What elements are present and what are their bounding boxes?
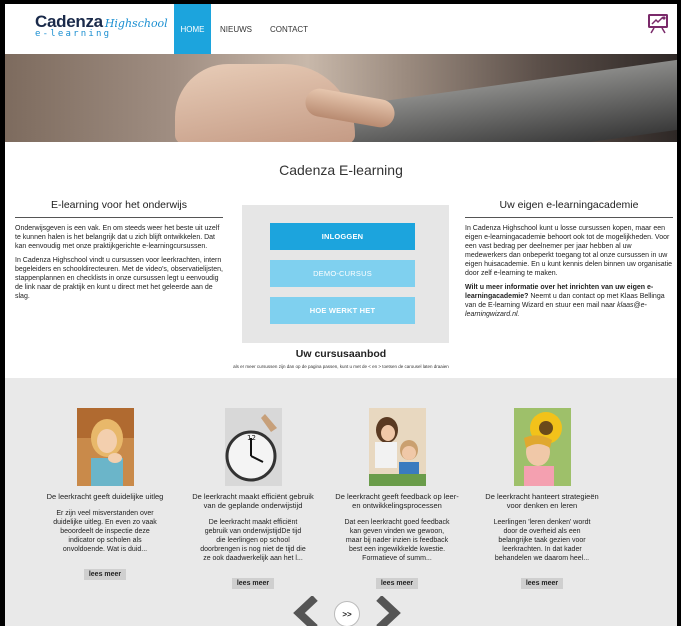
read-more-button[interactable]: lees meer bbox=[375, 578, 419, 589]
logo-subtitle: e-learning bbox=[35, 29, 112, 39]
nav-item-home[interactable]: HOME bbox=[174, 4, 211, 54]
login-button[interactable]: INLOGGEN bbox=[270, 223, 415, 250]
carousel-previous-icon[interactable] bbox=[293, 596, 323, 626]
course-card[interactable]: De leerkracht geeft feedback op leer- en… bbox=[332, 408, 462, 590]
site-header: Cadenza Highschool e-learning HOME NIEUWS… bbox=[5, 4, 677, 54]
course-title[interactable]: De leerkracht hanteert strategieën voor … bbox=[477, 492, 607, 510]
course-thumbnail-sunflower[interactable] bbox=[513, 408, 571, 486]
right-paragraph-2: Wilt u meer informatie over het inrichte… bbox=[465, 283, 673, 319]
read-more-button[interactable]: lees meer bbox=[231, 578, 275, 589]
course-card[interactable]: 12 De leerkracht maakt efficiënt gebruik… bbox=[188, 408, 318, 590]
right-text: In Cadenza Highschool kunt u losse cursu… bbox=[465, 224, 673, 324]
read-more-button[interactable]: lees meer bbox=[83, 569, 127, 580]
course-carousel: De leerkracht geeft duidelijke uitleg Er… bbox=[5, 378, 677, 626]
left-paragraph-2: In Cadenza Highschool vindt u cursussen … bbox=[15, 257, 223, 300]
course-title[interactable]: De leerkracht maakt efficiënt gebruik va… bbox=[188, 492, 318, 510]
read-more-button[interactable]: lees meer bbox=[520, 578, 564, 589]
how-it-works-button[interactable]: HOE WERKT HET bbox=[270, 297, 415, 324]
course-thumbnail-clock[interactable]: 12 bbox=[224, 408, 282, 486]
course-description: Dat een leerkracht goed feedback kan gev… bbox=[344, 519, 450, 562]
course-description: Er zijn veel misverstanden over duidelij… bbox=[53, 510, 157, 553]
course-title[interactable]: De leerkracht geeft feedback op leer- en… bbox=[332, 492, 462, 510]
wizard-screen-icon[interactable] bbox=[645, 12, 671, 34]
course-offer-subtitle: als er meer cursussen zijn dan op de pag… bbox=[233, 364, 449, 369]
nav-item-contact[interactable]: CONTACT bbox=[261, 4, 317, 54]
carousel-play-button[interactable]: >> bbox=[334, 601, 360, 626]
right-paragraph-1: In Cadenza Highschool kunt u losse cursu… bbox=[465, 225, 673, 277]
course-thumbnail-girl[interactable] bbox=[76, 408, 134, 486]
demo-course-button[interactable]: DEMO-CURSUS bbox=[270, 260, 415, 287]
right-heading: Uw eigen e-learningacademie bbox=[465, 199, 673, 218]
course-card[interactable]: De leerkracht geeft duidelijke uitleg Er… bbox=[40, 408, 170, 581]
carousel-next-icon[interactable] bbox=[371, 596, 401, 626]
svg-text:12: 12 bbox=[247, 434, 256, 442]
course-thumbnail-teacher[interactable] bbox=[368, 408, 426, 486]
course-title[interactable]: De leerkracht geeft duidelijke uitleg bbox=[40, 492, 170, 501]
course-offer-title: Uw cursusaanbod bbox=[295, 348, 387, 360]
course-description: Leerlingen 'leren denken' wordt door de … bbox=[493, 519, 591, 562]
left-heading: E-learning voor het onderwijs bbox=[15, 199, 223, 218]
page-title: Cadenza E-learning bbox=[279, 162, 403, 178]
main-nav: HOME NIEUWS CONTACT bbox=[174, 4, 317, 54]
nav-item-nieuws[interactable]: NIEUWS bbox=[211, 4, 261, 54]
hero-image bbox=[5, 54, 677, 142]
course-description: De leerkracht maakt efficiënt gebruik va… bbox=[200, 519, 306, 562]
login-panel: INLOGGEN DEMO-CURSUS HOE WERKT HET bbox=[242, 205, 449, 343]
left-text: Onderwijsgeven is een vak. En om steeds … bbox=[15, 224, 223, 306]
logo[interactable]: Cadenza Highschool e-learning bbox=[35, 12, 168, 39]
page: Cadenza Highschool e-learning HOME NIEUWS… bbox=[5, 4, 677, 626]
left-paragraph-1: Onderwijsgeven is een vak. En om steeds … bbox=[15, 225, 220, 250]
course-card[interactable]: De leerkracht hanteert strategieën voor … bbox=[477, 408, 607, 590]
logo-script: Highschool bbox=[104, 17, 168, 30]
